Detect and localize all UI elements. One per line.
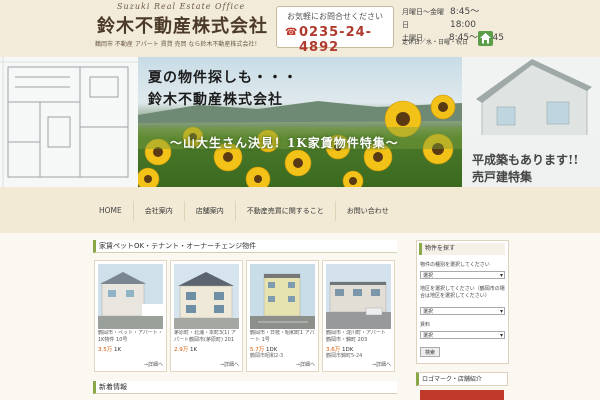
- price-value: 3.5万: [98, 347, 113, 353]
- detail-link[interactable]: →詳細へ: [296, 361, 315, 368]
- news-heading: 新着情報: [93, 381, 397, 394]
- nav-item-contact[interactable]: お問い合わせ: [336, 201, 400, 221]
- nav-item-store[interactable]: 店舗案内: [185, 201, 236, 221]
- site-tagline: 鶴岡市 不動産 アパート 賃貸 売買 なら鈴木不動産株式会社！: [95, 41, 261, 48]
- property-price: 3.5万 1K: [98, 345, 121, 353]
- detail-link[interactable]: →詳細へ: [144, 361, 163, 368]
- sidebar-banner-image[interactable]: [420, 390, 504, 400]
- property-card[interactable]: 鶴岡市・日枝・昭和町1 アパート 1号 5.7万 1DK 鶴岡市昭和2-3 →詳…: [246, 260, 319, 372]
- home-icon[interactable]: [478, 31, 493, 46]
- property-title[interactable]: 鶴岡市・淀川町・アパート 鶴岡市・錦町 203: [326, 330, 392, 344]
- detail-link[interactable]: →詳細へ: [372, 361, 391, 368]
- contact-label: お気軽にお問合せください: [287, 12, 383, 21]
- property-photo[interactable]: [326, 264, 391, 329]
- property-card[interactable]: 鶴岡市・ペット・アパート・1K物件 10号 3.5万 1K →詳細へ: [94, 260, 167, 372]
- nav-menu: HOME 会社案内 店舗案内 不動産売買に関すること お問い合わせ: [88, 201, 512, 221]
- property-title[interactable]: 鶴岡市・日枝・昭和町1 アパート 1号: [250, 330, 316, 344]
- floorplan-image: [0, 57, 138, 187]
- price-value: 2.9万: [174, 347, 189, 353]
- search-button[interactable]: 検索: [420, 347, 440, 357]
- sidebar-section-title: ロゴマーク・店舗紹介: [416, 372, 508, 386]
- nav-item-realestate[interactable]: 不動産売買に関すること: [236, 201, 336, 221]
- type-select[interactable]: 選択: [420, 271, 505, 280]
- banner-company: 鈴木不動産株式会社: [148, 92, 283, 108]
- hours-row-weekday: 月曜日～金曜日 8:45～18:00: [402, 6, 504, 32]
- closed-days: 定休日／水・日曜・祝日: [402, 39, 469, 46]
- property-title[interactable]: 茅原町・北浦・本町3(1) アパート鶴岡市(茅原町) 201: [174, 330, 240, 344]
- layout-value: 1K: [114, 347, 122, 353]
- detail-link[interactable]: →詳細へ: [220, 361, 239, 368]
- hours-days: 月曜日～金曜日: [402, 8, 444, 29]
- banner-right-line2: 売戸建特集: [472, 170, 533, 184]
- banner-right-line1: 平成築もあります!!: [472, 153, 579, 167]
- property-photo[interactable]: [98, 264, 163, 329]
- hours-time: 8:45～18:00: [449, 7, 480, 30]
- property-address: 鶴岡市昭和2-3: [250, 353, 284, 359]
- type-label: 物件の種別を選択してください: [420, 262, 490, 268]
- property-photo[interactable]: [250, 264, 315, 329]
- section-heading: 家賃ペットOK・テナント・オーナーチェンジ物件: [93, 240, 397, 253]
- property-search-box: 物件を探す 物件の種別を選択してください 選択 地区を選択してください（鶴岡市の…: [416, 240, 509, 364]
- phone-number[interactable]: 0235-24-4892: [299, 25, 393, 55]
- rent-select[interactable]: 選択: [420, 331, 505, 340]
- logo-english: Suzuki Real Estate Office: [117, 2, 246, 11]
- district-label: 地区を選択してください（鶴岡市の場合は地区を選択してください）: [420, 286, 505, 299]
- property-card[interactable]: 茅原町・北浦・本町3(1) アパート鶴岡市(茅原町) 201 2.9万 1K →…: [170, 260, 243, 372]
- site-logo[interactable]: 鈴木不動産株式会社: [97, 12, 268, 38]
- layout-value: 1K: [190, 347, 198, 353]
- main-nav: HOME 会社案内 店舗案内 不動産売買に関すること お問い合わせ: [0, 187, 600, 233]
- contact-box: お気軽にお問合せください ☎ 0235-24-4892: [276, 6, 394, 55]
- hero-banner[interactable]: 夏の物件探しも・・・ 鈴木不動産株式会社 ～山大生さん決見！1K家賃物件特集～ …: [0, 57, 600, 187]
- rent-label: 賃料: [420, 322, 431, 328]
- property-title[interactable]: 鶴岡市・ペット・アパート・1K物件 10号: [98, 330, 164, 344]
- district-select[interactable]: 選択: [420, 307, 505, 316]
- property-price: 2.9万 1K: [174, 345, 197, 353]
- banner-headline: 夏の物件探しも・・・: [148, 70, 298, 86]
- search-title: 物件を探す: [419, 243, 505, 255]
- property-card[interactable]: 鶴岡市・淀川町・アパート 鶴岡市・錦町 203 3.6万 1DK 鶴岡市錦町5-…: [322, 260, 395, 372]
- nav-item-company[interactable]: 会社案内: [134, 201, 185, 221]
- phone-icon: ☎: [285, 27, 298, 38]
- site-header: Suzuki Real Estate Office 鈴木不動産株式会社 鶴岡市 …: [0, 0, 600, 57]
- banner-special: ～山大生さん決見！1K家賃物件特集～: [170, 136, 399, 150]
- property-address: 鶴岡市錦町5-24: [326, 353, 363, 359]
- property-photo[interactable]: [174, 264, 239, 329]
- nav-item-home[interactable]: HOME: [88, 201, 134, 221]
